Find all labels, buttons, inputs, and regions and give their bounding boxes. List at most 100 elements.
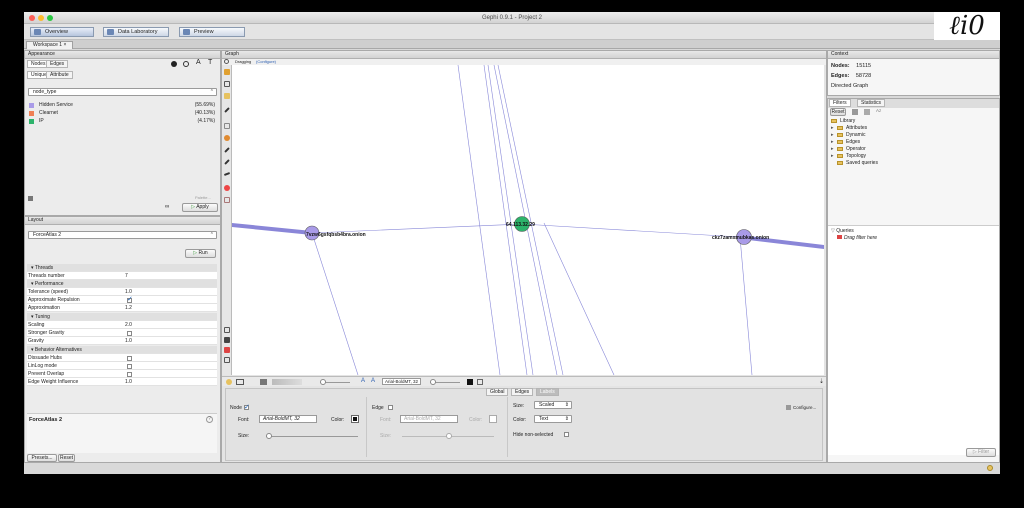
label-color-icon[interactable]: A [196,59,201,66]
prop-edge-weight[interactable]: Edge Weight Influence 1.0 [27,378,217,386]
tree-item[interactable]: Saved queries [831,160,878,167]
prop-scaling[interactable]: Scaling 2.0 [27,321,217,329]
painter-icon[interactable] [224,107,230,113]
tab-edges[interactable]: Edges [46,60,69,68]
section-tuning[interactable]: ▾ Tuning [27,313,217,321]
edge-font-field[interactable]: Arial-BoldMT, 32 [400,415,458,423]
filter-sort-icon[interactable] [864,109,870,115]
preview-button[interactable]: Preview [179,27,245,37]
select-tool-icon[interactable] [224,69,230,75]
slider-knob[interactable] [266,433,272,439]
prop-prevent-overlap[interactable]: Prevent Overlap [27,370,217,378]
legend-item[interactable]: Hidden Service (55.69%) [29,102,215,109]
prop-linlog[interactable]: LinLog mode [27,362,217,370]
pencil-icon[interactable] [224,147,230,153]
configure-button[interactable]: Configure... [793,405,816,410]
tab-labels[interactable]: Labels [536,388,559,396]
prop-gravity[interactable]: Gravity 1.0 [27,337,217,345]
reset-layout-button[interactable]: Reset [58,454,75,462]
node-size-icon[interactable] [183,61,189,67]
tree-item[interactable]: ▸ Operator [831,146,878,153]
hide-non-selected-checkbox[interactable] [564,432,569,437]
size-mode-select[interactable]: Scaled ⇕ [534,401,572,409]
center-icon[interactable] [224,327,230,333]
minimize-window-button[interactable] [38,15,44,21]
prevent-overlap-checkbox[interactable] [127,372,132,377]
reset-colors-icon[interactable] [224,337,230,343]
label-color-icon[interactable] [224,347,230,353]
color-mode-select[interactable]: Text ⇕ [534,415,572,423]
light-icon[interactable] [226,379,232,385]
node-label-color-swatch[interactable] [351,415,359,423]
node-labels-checkbox[interactable] [244,403,250,411]
tree-item-library[interactable]: Library [831,118,878,125]
edge-label-color-swatch[interactable] [489,415,497,423]
label-size-icon[interactable] [224,357,230,363]
status-bubble-icon[interactable] [987,465,993,471]
close-icon[interactable]: × [63,42,66,48]
shortest-path-icon[interactable] [223,172,231,176]
prop-approx-repulsion[interactable]: Approximate Repulsion [27,296,217,304]
filter-button[interactable]: ▷ Filter [966,448,996,457]
font-icon[interactable]: A [361,378,365,384]
node-color-icon[interactable] [171,61,177,67]
palette-link[interactable]: Palette... [195,195,211,200]
slider-knob[interactable] [320,379,326,385]
tab-global[interactable]: Global [486,388,509,396]
tab-workspace-1[interactable]: Workspace 1 × [26,41,74,49]
tree-item[interactable]: ▸ Dynamic [831,132,878,139]
tree-item[interactable]: ▸ Attributes [831,125,878,132]
apply-button[interactable]: ▷ Apply [182,203,218,212]
filter-az-icon[interactable]: Az [876,108,881,113]
tree-item[interactable]: ▸ Topology [831,153,878,160]
edges-toggle-icon[interactable] [272,379,302,385]
dissuade-hubs-checkbox[interactable] [127,356,132,361]
graph-font-field[interactable]: Arial-BoldMT, 32 [382,378,422,385]
subtab-attribute[interactable]: Attribute [46,71,73,79]
drop-zone[interactable]: Drag filter here [837,235,877,241]
run-button[interactable]: ▷ Run [185,249,216,258]
heat-icon[interactable] [224,135,230,141]
section-threads[interactable]: ▾ Threads [27,264,217,272]
stronger-gravity-checkbox[interactable] [127,331,132,336]
section-behavior[interactable]: ▾ Behavior Alternatives [27,346,217,354]
show-labels-icon[interactable] [260,379,267,385]
close-window-button[interactable] [29,15,35,21]
collapse-icon[interactable]: ⇣ [819,378,824,385]
help-icon[interactable]: ? [206,416,213,423]
tab-edges-settings[interactable]: Edges [511,388,534,396]
graph-canvas[interactable]: 7vzw6gsfqbsb4bra.onion 64.113.32.29 ckz7… [232,65,824,375]
presets-button[interactable]: Presets... [27,454,57,462]
algorithm-select[interactable]: ForceAtlas 2 ⌃ [28,231,217,239]
graph-svg[interactable]: 7vzw6gsfqbsb4bra.onion 64.113.32.29 ckz7… [232,65,824,375]
node-font-field[interactable]: Arial-BoldMT, 32 [259,415,317,423]
edge-pencil-icon[interactable] [224,159,230,165]
legend-swatch[interactable] [29,119,34,124]
legend-swatch[interactable] [29,103,34,108]
prop-threads-number[interactable]: Threads number 7 [27,272,217,280]
legend-item[interactable]: IP (4.17%) [29,118,215,125]
edit-icon[interactable] [224,197,230,203]
slider-knob[interactable] [430,379,436,385]
slider-knob[interactable] [446,433,452,439]
zoom-window-button[interactable] [47,15,53,21]
tab-filters[interactable]: Filters [829,99,851,107]
attribute-select[interactable]: node_type ⌃ [28,88,217,96]
reset-filters-button[interactable]: Reset [830,108,846,116]
filter-view-icon[interactable] [852,109,858,115]
sizer-icon[interactable] [224,123,230,129]
rect-select-icon[interactable] [224,81,230,87]
linlog-checkbox[interactable] [127,364,132,369]
font-size-icon[interactable]: A [371,378,375,384]
prop-tolerance[interactable]: Tolerance (speed) 1.0 [27,288,217,296]
data-laboratory-button[interactable]: Data Laboratory [103,27,169,37]
tab-statistics[interactable]: Statistics [857,99,886,107]
prop-approximation[interactable]: Approximation 1.2 [27,304,217,312]
palette-icon[interactable] [28,196,33,201]
prop-stronger-gravity[interactable]: Stronger Gravity [27,329,217,337]
label-size-icon[interactable]: T [208,59,212,66]
settings-icon[interactable] [477,379,483,385]
stop-icon[interactable] [224,185,230,191]
approx-repulsion-checkbox[interactable] [127,296,133,304]
legend-swatch[interactable] [29,111,34,116]
